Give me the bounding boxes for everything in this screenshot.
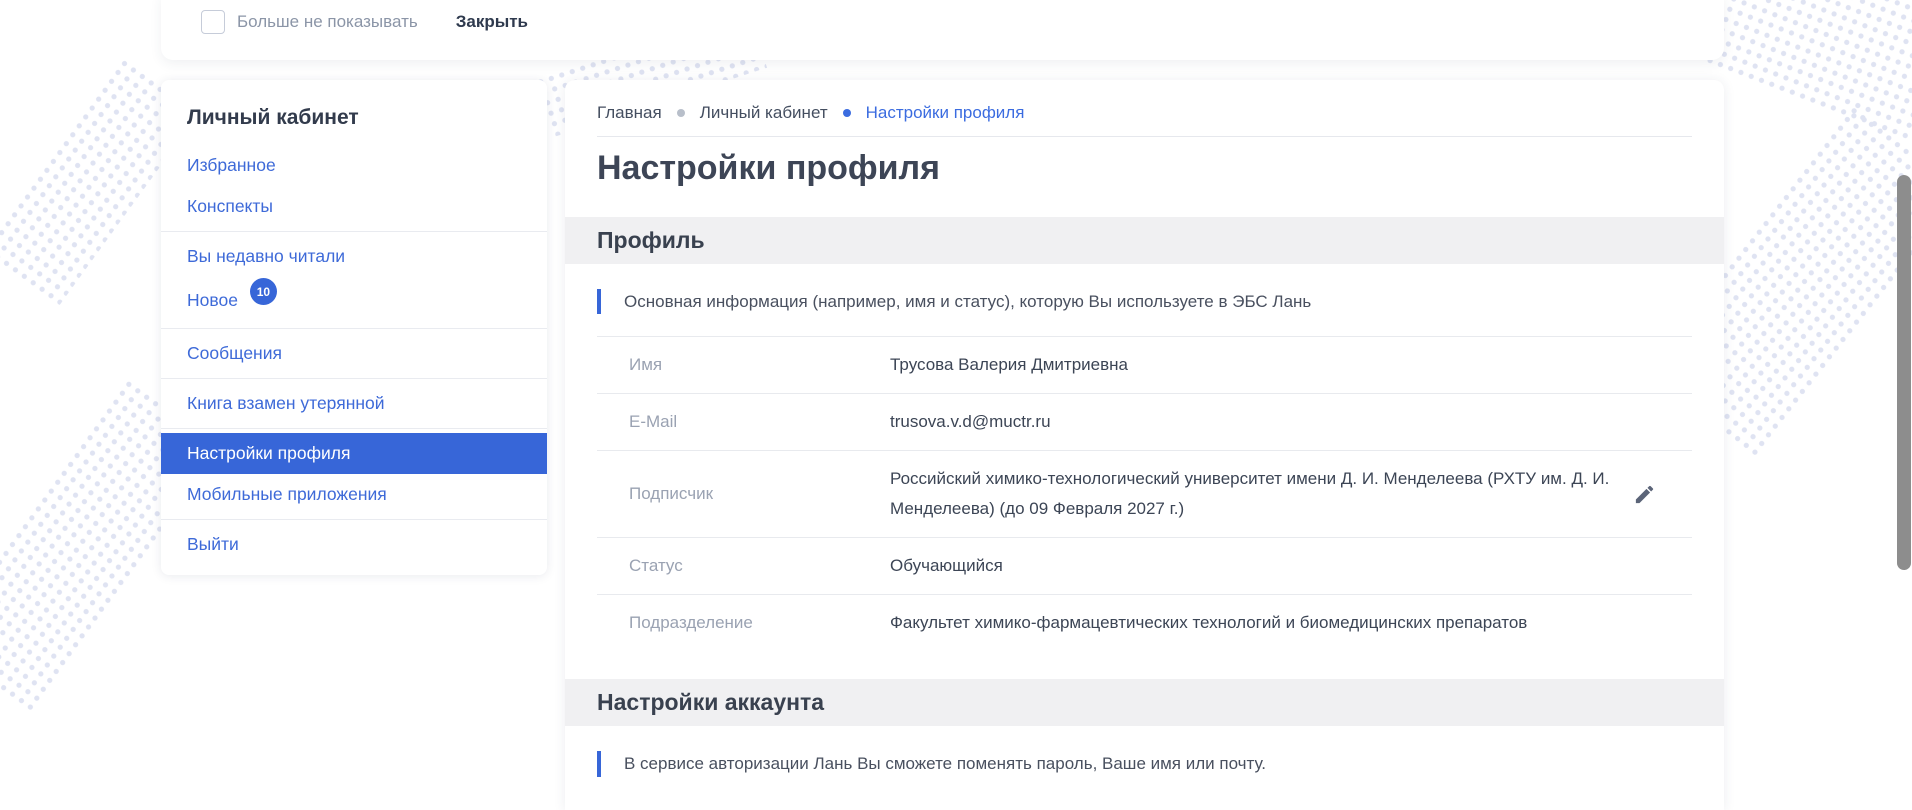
divider — [161, 231, 547, 232]
account-note-text: В сервисе авторизации Лань Вы сможете по… — [624, 754, 1267, 773]
divider — [161, 519, 547, 520]
field-value: trusova.v.d@muctr.ru — [890, 412, 1051, 431]
profile-note: Основная информация (например, имя и ста… — [597, 289, 1692, 337]
sidebar-item[interactable]: Настройки профиля — [161, 433, 547, 474]
sidebar-item-label: Настройки профиля — [187, 443, 351, 463]
dont-show-again-label: Больше не показывать — [237, 12, 418, 31]
account-note: В сервисе авторизации Лань Вы сможете по… — [597, 751, 1692, 799]
dont-show-again-checkbox[interactable] — [201, 10, 225, 34]
breadcrumb-separator-dot — [676, 109, 685, 117]
sidebar-title: Личный кабинет — [187, 106, 359, 129]
breadcrumb-item[interactable]: Главная — [597, 103, 662, 123]
notification-banner: Больше не показывать Закрыть — [161, 0, 1724, 60]
profile-fields: Имя Трусова Валерия Дмитриевна E-Mail truso… — [597, 337, 1692, 651]
profile-section-header: Профиль — [565, 217, 1724, 264]
sidebar-item-label: Мобильные приложения — [187, 484, 387, 504]
breadcrumb-item[interactable]: Личный кабинет — [700, 103, 828, 123]
field-value: Трусова Валерия Дмитриевна — [890, 355, 1128, 374]
divider — [161, 328, 547, 329]
sidebar-item-label: Сообщения — [187, 343, 282, 363]
sidebar-item-label: Книга взамен утерянной — [187, 393, 385, 413]
scrollbar-track[interactable] — [1896, 0, 1912, 810]
field-value: Российский химико-технологический универ… — [890, 469, 1610, 518]
breadcrumb-item: Настройки профиля — [865, 103, 1025, 122]
sidebar-item[interactable]: Сообщения — [161, 333, 547, 374]
scrollbar-thumb[interactable] — [1897, 175, 1911, 570]
profile-field-row: Подразделение Факультет химико-фармацевти… — [597, 594, 1692, 651]
sidebar-item[interactable]: Новое 10 — [161, 277, 547, 324]
breadcrumb: Главная Личный кабинет Настройки профиля — [565, 80, 1724, 123]
divider — [161, 428, 547, 429]
breadcrumb-separator-dot — [842, 109, 851, 117]
main-card: Главная Личный кабинет Настройки профиля Н… — [565, 80, 1724, 810]
sidebar-item[interactable]: Вы недавно читали — [161, 236, 547, 277]
sidebar-item[interactable]: Выйти — [161, 524, 547, 565]
page-title: Настройки профиля — [597, 149, 940, 187]
field-label: E-Mail — [629, 412, 678, 431]
field-label: Подписчик — [629, 484, 714, 503]
field-label: Статус — [629, 556, 683, 575]
field-label: Имя — [629, 355, 663, 374]
sidebar-item[interactable]: Книга взамен утерянной — [161, 383, 547, 424]
field-value: Факультет химико-фармацевтических технол… — [890, 613, 1528, 632]
note-accent-bar — [597, 751, 601, 777]
profile-field-row: Статус Обучающийся — [597, 537, 1692, 594]
sidebar-item[interactable]: Конспекты — [161, 186, 547, 227]
close-banner-button[interactable]: Закрыть — [456, 12, 528, 32]
sidebar-item-label: Избранное — [187, 155, 276, 175]
page: Больше не показывать Закрыть Личный каби… — [0, 0, 1912, 810]
profile-note-text: Основная информация (например, имя и ста… — [624, 291, 1312, 311]
sidebar-item[interactable]: Мобильные приложения — [161, 474, 547, 515]
pencil-icon — [1635, 485, 1654, 503]
sidebar-item-label: Вы недавно читали — [187, 246, 346, 266]
edit-icon[interactable] — [1633, 483, 1656, 506]
sidebar-item-label: Выйти — [187, 534, 239, 554]
profile-field-row: E-Mail trusova.v.d@muctr.ru — [597, 393, 1692, 450]
sidebar-nav: Избранное Конспекты Вы недавно читали Новое… — [161, 145, 547, 565]
sidebar: Личный кабинет Избранное Конспекты Вы неда… — [161, 80, 547, 575]
profile-field-row: Имя Трусова Валерия Дмитриевна — [597, 337, 1692, 393]
sidebar-item-label: Конспекты — [187, 196, 273, 216]
field-label: Подразделение — [629, 613, 753, 632]
divider — [161, 378, 547, 379]
note-accent-bar — [597, 289, 601, 314]
field-value: Обучающийся — [890, 556, 1003, 575]
sidebar-item[interactable]: Избранное — [161, 145, 547, 186]
divider — [597, 136, 1692, 137]
new-count-badge: 10 — [249, 278, 277, 305]
profile-field-row: Подписчик Российский химико-технологическ… — [597, 450, 1692, 537]
account-section-header: Настройки аккаунта — [565, 679, 1724, 726]
sidebar-item-label: Новое — [187, 290, 238, 310]
